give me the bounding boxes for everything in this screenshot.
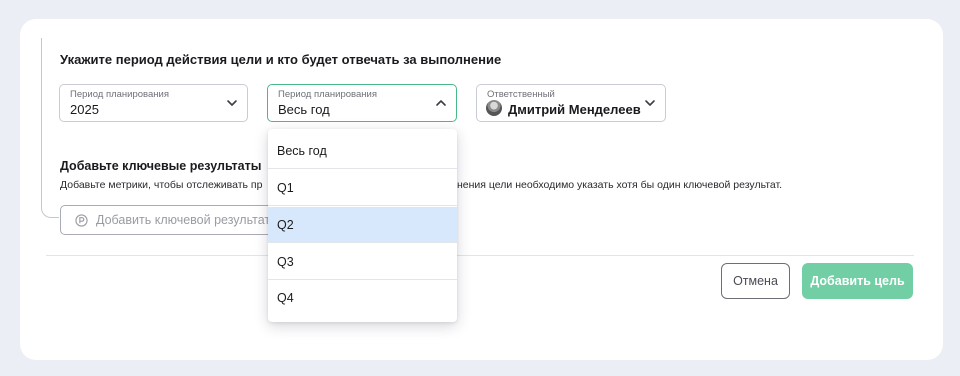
key-result-icon [75,214,88,227]
cancel-button[interactable]: Отмена [721,263,790,299]
chevron-down-icon [227,100,237,106]
key-results-description: Добавьте метрики, чтобы отслеживать пр [60,179,263,191]
add-key-result-label: Добавить ключевой результат [96,213,271,227]
key-results-description-continued: нения цели необходимо указать хотя бы од… [457,179,783,191]
planning-period-value: Весь год [278,102,330,117]
responsible-value: Дмитрий Менделеев [508,102,641,117]
dropdown-option-q3[interactable]: Q3 [268,244,457,280]
add-goal-button[interactable]: Добавить цель [802,263,913,299]
dropdown-option-full-year[interactable]: Весь год [268,133,457,169]
planning-year-select[interactable]: Период планирования 2025 [59,84,248,122]
key-results-title: Добавьте ключевые результаты [60,159,262,173]
planning-period-label: Период планирования [278,89,377,100]
planning-year-value: 2025 [70,102,99,117]
dropdown-option-q2[interactable]: Q2 [268,207,457,243]
chevron-down-icon [645,100,655,106]
dropdown-option-q1[interactable]: Q1 [268,170,457,206]
period-dropdown-menu: Весь год Q1 Q2 Q3 Q4 [268,129,457,322]
planning-period-select[interactable]: Период планирования Весь год [267,84,457,122]
section-title: Укажите период действия цели и кто будет… [60,52,502,67]
planning-year-label: Период планирования [70,89,169,100]
responsible-select[interactable]: Ответственный Дмитрий Менделеев [476,84,666,122]
tree-connector-line [41,38,59,218]
avatar [486,100,502,116]
dropdown-option-q4[interactable]: Q4 [268,280,457,316]
add-key-result-button[interactable]: Добавить ключевой результат [60,205,300,235]
responsible-label: Ответственный [487,89,555,100]
footer-divider [46,255,914,256]
chevron-up-icon [436,100,446,106]
